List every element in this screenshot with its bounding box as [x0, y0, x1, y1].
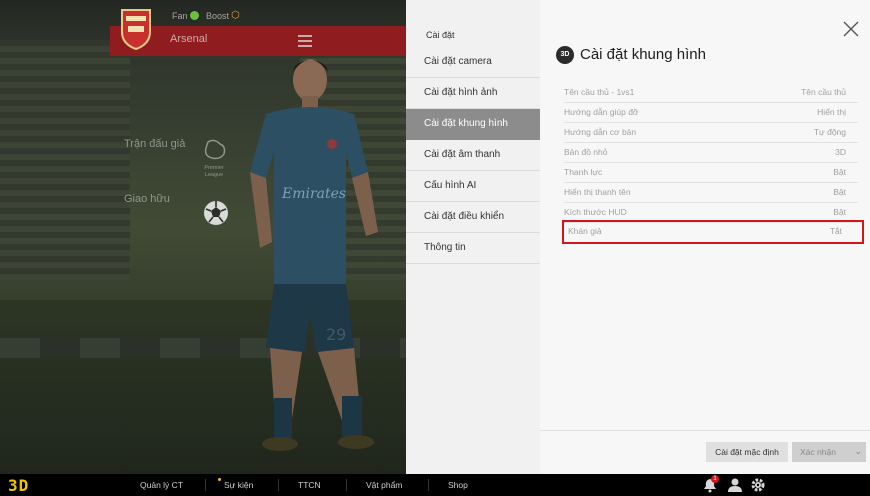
nav-separator — [205, 479, 206, 491]
sidebar-item-info[interactable]: Thông tin — [406, 233, 540, 264]
setting-value[interactable]: Bật — [833, 167, 846, 177]
svg-text:29: 29 — [326, 325, 346, 344]
fan-label: Fan — [172, 11, 188, 21]
panel-title: Cài đặt khung hình — [580, 46, 706, 63]
confirm-button[interactable]: Xác nhận ⌄ — [792, 442, 866, 462]
panel-divider — [540, 430, 870, 431]
sidebar-item-label: Cài đặt hình ảnh — [424, 87, 498, 98]
setting-label: Kích thước HUD — [564, 207, 627, 217]
setting-value[interactable]: Bật — [833, 207, 846, 217]
confirm-button-label: Xác nhận — [800, 447, 836, 457]
event-indicator-icon — [218, 478, 221, 481]
setting-label: Khán giả — [568, 226, 602, 236]
close-icon[interactable] — [842, 20, 860, 38]
arsenal-crest-icon[interactable] — [118, 8, 154, 50]
setting-label: Thanh lực — [564, 167, 603, 177]
setting-row-player-name[interactable]: Tên cầu thủ - 1vs1 Tên cầu thủ — [564, 82, 858, 103]
club-name-bar — [110, 26, 406, 56]
sidebar-item-ai[interactable]: Cấu hình AI — [406, 171, 540, 202]
sidebar-item-camera[interactable]: Cài đặt camera — [406, 47, 540, 78]
boost-label: Boost — [206, 11, 230, 21]
reset-default-button[interactable]: Cài đặt mặc định — [706, 442, 788, 462]
club-top-bar: Fan Boost ⬡ Arsenal — [110, 8, 406, 56]
setting-value[interactable]: Tắt — [830, 226, 842, 236]
setting-row-basic-guide[interactable]: Hướng dẫn cơ bản Tự động — [564, 122, 858, 143]
premier-league-logo-icon: Premier League — [204, 139, 226, 178]
player-figure: Emirates 29 — [250, 59, 378, 451]
setting-row-audience[interactable]: Khán giả Tắt — [562, 220, 864, 244]
svg-text:Emirates: Emirates — [281, 186, 346, 202]
setting-value[interactable]: Hiển thị — [817, 107, 846, 117]
nav-ttcn[interactable]: TTCN — [298, 480, 321, 490]
hamburger-menu-icon[interactable] — [298, 35, 312, 47]
sidebar-item-controls[interactable]: Cài đặt điều khiển — [406, 202, 540, 233]
menu-item-tran-dau-gia[interactable]: Trận đấu giả — [124, 138, 185, 150]
club-name: Arsenal — [170, 33, 208, 45]
sidebar-item-label: Cài đặt khung hình — [424, 118, 508, 129]
setting-row-help-guide[interactable]: Hướng dẫn giúp đỡ Hiển thị — [564, 102, 858, 123]
boost-icon: ⬡ — [231, 10, 240, 21]
sidebar-item-label: Cấu hình AI — [424, 180, 477, 191]
sidebar-item-label: Cài đặt camera — [424, 56, 492, 67]
setting-label: Tên cầu thủ - 1vs1 — [564, 87, 635, 97]
setting-row-minimap[interactable]: Bản đồ nhỏ 3D — [564, 142, 858, 163]
settings-sidebar: Cài đặt Cài đặt camera Cài đặt hình ảnh … — [406, 0, 540, 474]
sidebar-item-frame[interactable]: Cài đặt khung hình — [406, 109, 540, 140]
sidebar-item-label: Thông tin — [424, 242, 466, 253]
user-icon[interactable] — [727, 477, 743, 493]
settings-header: Cài đặt — [426, 30, 455, 40]
svg-text:League: League — [205, 172, 223, 178]
setting-value[interactable]: Tự động — [814, 127, 846, 137]
setting-row-power-bar[interactable]: Thanh lực Bật — [564, 162, 858, 183]
nav-shop[interactable]: Shop — [448, 480, 468, 490]
menu-item-giao-huu[interactable]: Giao hữu — [124, 193, 170, 205]
setting-value[interactable]: Bật — [833, 187, 846, 197]
svg-text:Premier: Premier — [204, 165, 223, 171]
sidebar-item-sound[interactable]: Cài đặt âm thanh — [406, 140, 540, 171]
setting-label: Hướng dẫn cơ bản — [564, 127, 637, 137]
setting-value[interactable]: Tên cầu thủ — [801, 87, 846, 97]
bottom-nav-bar: 3D Quản lý CT Sự kiện TTCN Vật phẩm Shop… — [0, 474, 870, 496]
nav-separator — [428, 479, 429, 491]
gear-icon[interactable] — [750, 477, 766, 493]
setting-label: Hướng dẫn giúp đỡ — [564, 107, 639, 117]
soccer-ball-icon[interactable] — [203, 200, 229, 226]
setting-value[interactable]: 3D — [835, 147, 846, 157]
nav-quan-ly-ct[interactable]: Quản lý CT — [140, 480, 183, 490]
chevron-down-icon[interactable]: ⌄ — [854, 446, 862, 457]
nav-separator — [278, 479, 279, 491]
nav-vat-pham[interactable]: Vật phẩm — [366, 480, 402, 490]
game-logo: 3D — [8, 476, 30, 495]
notification-badge: 1 — [711, 475, 719, 483]
nav-su-kien[interactable]: Sự kiện — [224, 480, 253, 490]
settings-panel: 3D Cài đặt khung hình Tên cầu thủ - 1vs1… — [540, 0, 870, 474]
setting-label: Hiển thị thanh tên — [564, 187, 631, 197]
sidebar-item-graphics[interactable]: Cài đặt hình ảnh — [406, 78, 540, 109]
sidebar-item-label: Cài đặt âm thanh — [424, 149, 501, 160]
sidebar-item-label: Cài đặt điều khiển — [424, 211, 505, 222]
fan-status-icon — [190, 11, 199, 20]
game-background-scene: Emirates 29 — [0, 0, 406, 474]
3d-icon: 3D — [556, 46, 574, 64]
nav-separator — [346, 479, 347, 491]
setting-row-name-bar[interactable]: Hiển thị thanh tên Bật — [564, 182, 858, 203]
setting-label: Bản đồ nhỏ — [564, 147, 608, 157]
